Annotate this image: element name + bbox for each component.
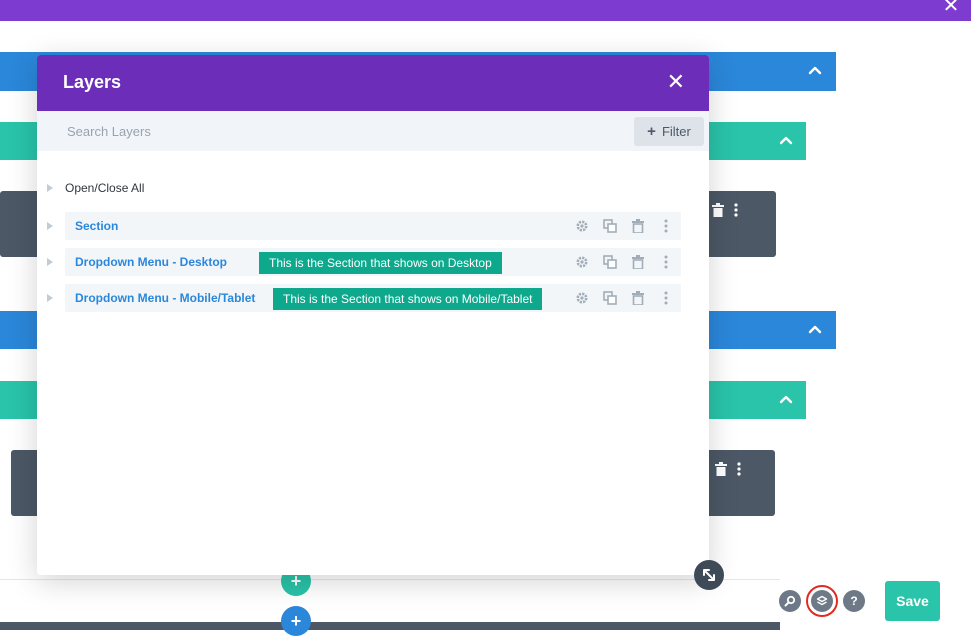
- save-label: Save: [896, 593, 929, 609]
- zoom-icon[interactable]: [779, 590, 801, 612]
- more-vertical-icon[interactable]: [734, 203, 738, 220]
- save-button[interactable]: Save: [885, 581, 940, 621]
- layer-actions: [575, 290, 673, 306]
- duplicate-icon[interactable]: [603, 290, 617, 306]
- duplicate-icon[interactable]: [603, 218, 617, 234]
- caret-right-icon[interactable]: [47, 222, 53, 230]
- filter-label: Filter: [661, 124, 691, 139]
- search-layers-input[interactable]: [37, 111, 634, 151]
- chevron-up-icon[interactable]: [777, 391, 795, 409]
- open-close-label: Open/Close All: [65, 181, 145, 195]
- more-vertical-icon[interactable]: [659, 254, 673, 270]
- caret-right-icon[interactable]: [47, 294, 53, 302]
- layer-row-dropdown-desktop[interactable]: Dropdown Menu - Desktop This is the Sect…: [47, 248, 681, 276]
- chevron-up-icon[interactable]: [806, 62, 824, 80]
- more-vertical-icon[interactable]: [659, 290, 673, 306]
- layer-tooltip: This is the Section that shows on Mobile…: [273, 288, 543, 310]
- layer-name[interactable]: Dropdown Menu - Desktop: [75, 255, 227, 269]
- plus-icon: +: [290, 610, 302, 631]
- layers-modal-header[interactable]: Layers ✕: [37, 55, 709, 111]
- close-icon[interactable]: ✕: [667, 71, 685, 93]
- plus-icon: +: [647, 123, 656, 140]
- trash-icon[interactable]: [631, 290, 645, 306]
- bottom-dark-strip: [0, 622, 780, 630]
- layer-actions: [575, 218, 673, 234]
- trash-icon[interactable]: [715, 462, 727, 479]
- caret-right-icon: [47, 184, 53, 192]
- trash-icon[interactable]: [712, 203, 724, 220]
- modal-title: Layers: [63, 72, 122, 92]
- gear-icon[interactable]: [575, 290, 589, 306]
- filter-button[interactable]: + Filter: [634, 117, 704, 146]
- gear-icon[interactable]: [575, 218, 589, 234]
- layers-search-row: + Filter: [37, 111, 709, 151]
- trash-icon[interactable]: [631, 254, 645, 270]
- more-vertical-icon[interactable]: [737, 462, 741, 479]
- builder-top-bar: [0, 0, 971, 21]
- layer-row-dropdown-mobile[interactable]: Dropdown Menu - Mobile/Tablet This is th…: [47, 284, 681, 312]
- gear-icon[interactable]: [575, 254, 589, 270]
- layer-actions: [575, 254, 673, 270]
- layer-tooltip: This is the Section that shows on Deskto…: [259, 252, 502, 274]
- bottom-section-bar: [0, 579, 780, 622]
- layer-row-section[interactable]: Section: [47, 212, 681, 240]
- duplicate-icon[interactable]: [603, 254, 617, 270]
- help-label: ?: [850, 594, 858, 608]
- trash-icon[interactable]: [631, 218, 645, 234]
- layers-modal: Layers ✕ + Filter Open/Close All Section…: [37, 55, 709, 575]
- chevron-up-icon[interactable]: [806, 321, 824, 339]
- more-vertical-icon[interactable]: [659, 218, 673, 234]
- caret-right-icon[interactable]: [47, 258, 53, 266]
- add-section-button[interactable]: +: [281, 606, 311, 636]
- resize-icon[interactable]: [694, 560, 724, 590]
- layer-name[interactable]: Section: [75, 219, 118, 233]
- layer-name[interactable]: Dropdown Menu - Mobile/Tablet: [75, 291, 255, 305]
- layers-icon[interactable]: [811, 590, 833, 612]
- open-close-all-toggle[interactable]: Open/Close All: [47, 181, 144, 195]
- help-icon[interactable]: ?: [843, 590, 865, 612]
- chevron-up-icon[interactable]: [777, 132, 795, 150]
- close-icon[interactable]: ✕: [939, 0, 963, 18]
